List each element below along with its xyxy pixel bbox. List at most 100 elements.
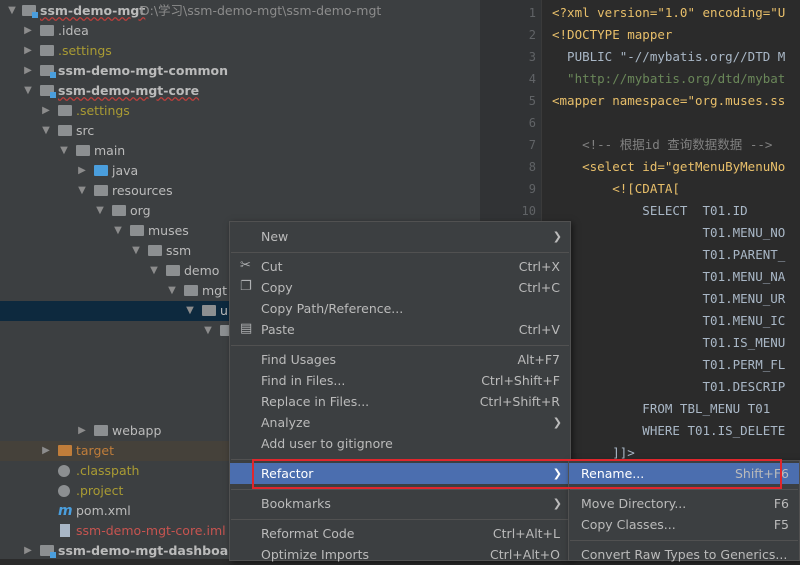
tree-row[interactable]: ▶ java <box>0 161 480 181</box>
tree-label: .project <box>76 483 124 498</box>
chevron-right-icon[interactable]: ▶ <box>22 21 34 41</box>
code-line: "http://mybatis.org/dtd/mybat <box>552 71 786 86</box>
tree-label: .idea <box>58 23 89 38</box>
chevron-down-icon[interactable]: ▼ <box>40 121 52 141</box>
menu-item-label: Replace in Files... <box>261 394 370 409</box>
chevron-right-icon[interactable]: ▶ <box>40 101 52 121</box>
folder-icon <box>112 205 126 216</box>
chevron-down-icon[interactable]: ▼ <box>184 301 196 321</box>
menu-item-label: Move Directory... <box>581 496 687 511</box>
menu-item-label: Find Usages <box>261 352 337 367</box>
menu-item-label: Copy Classes... <box>581 517 676 532</box>
line-number: 8 <box>528 160 536 174</box>
code-line: T01.MENU_NA <box>552 269 786 284</box>
submenu-item-copy-classes[interactable]: Copy Classes... F5 <box>569 514 799 535</box>
folder-icon <box>94 425 108 436</box>
chevron-down-icon[interactable]: ▼ <box>58 141 70 161</box>
context-menu[interactable]: New ❯ ✂ Cut Ctrl+X ❐ Copy Ctrl+C Copy Path/Refer… <box>229 221 571 562</box>
chevron-right-icon[interactable]: ▶ <box>22 41 34 61</box>
menu-item-new[interactable]: New ❯ <box>230 226 570 247</box>
menu-item-label: Copy <box>261 280 293 295</box>
line-number: 10 <box>521 204 536 218</box>
line-number: 2 <box>528 28 536 42</box>
submenu-arrow-icon: ❯ <box>552 497 562 510</box>
chevron-down-icon[interactable]: ▼ <box>148 261 160 281</box>
menu-item-find-in-files[interactable]: Find in Files... Ctrl+Shift+F <box>230 370 570 391</box>
submenu-item-convert-raw-types-to-generics[interactable]: Convert Raw Types to Generics... <box>569 544 799 565</box>
chevron-right-icon[interactable]: ▶ <box>22 541 34 561</box>
excluded-folder-icon <box>58 445 72 456</box>
menu-separator <box>231 345 569 346</box>
tree-row[interactable]: ▶ .settings <box>0 101 480 121</box>
tree-row[interactable]: ▶ .idea <box>0 21 480 41</box>
menu-separator <box>231 252 569 253</box>
menu-item-shortcut: Ctrl+Shift+R <box>479 394 560 409</box>
folder-icon <box>148 245 162 256</box>
chevron-right-icon[interactable]: ▶ <box>76 421 88 441</box>
menu-item-analyze[interactable]: Analyze ❯ <box>230 412 570 433</box>
menu-item-label: Convert Raw Types to Generics... <box>581 547 788 562</box>
tree-label: main <box>94 143 126 158</box>
chevron-right-icon[interactable]: ▶ <box>76 161 88 181</box>
tree-label: muses <box>148 223 189 238</box>
chevron-down-icon[interactable]: ▼ <box>76 181 88 201</box>
tree-row[interactable]: ▼ resources <box>0 181 480 201</box>
chevron-down-icon[interactable]: ▼ <box>202 321 214 341</box>
tree-label: ssm-demo-mgt-dashboard <box>58 543 244 558</box>
chevron-down-icon[interactable]: ▼ <box>112 221 124 241</box>
tree-row[interactable]: ▼ org <box>0 201 480 221</box>
menu-item-bookmarks[interactable]: Bookmarks ❯ <box>230 493 570 514</box>
chevron-down-icon[interactable]: ▼ <box>130 241 142 261</box>
menu-item-shortcut: Ctrl+X <box>518 259 560 274</box>
tree-label: mgt <box>202 283 228 298</box>
menu-item-optimize-imports[interactable]: Optimize Imports Ctrl+Alt+O <box>230 544 570 565</box>
tree-row[interactable]: ▼ src <box>0 121 480 141</box>
file-icon <box>60 524 70 537</box>
menu-item-add-user-to-gitignore[interactable]: Add user to gitignore <box>230 433 570 454</box>
chevron-down-icon[interactable]: ▼ <box>6 1 18 21</box>
menu-item-label: Analyze <box>261 415 311 430</box>
paste-icon: ▤ <box>240 321 253 336</box>
tree-label: ssm-demo-mgt-core.iml <box>76 523 226 538</box>
line-number: 1 <box>528 6 536 20</box>
code-line: PUBLIC "-//mybatis.org//DTD M <box>552 49 786 64</box>
file-icon <box>58 465 70 477</box>
tree-label: ssm-demo-mgt-common <box>58 63 228 78</box>
tree-row[interactable]: ▶ ssm-demo-mgt-common <box>0 61 480 81</box>
chevron-down-icon[interactable]: ▼ <box>166 281 178 301</box>
menu-item-paste[interactable]: ▤ Paste Ctrl+V <box>230 319 570 340</box>
menu-item-replace-in-files[interactable]: Replace in Files... Ctrl+Shift+R <box>230 391 570 412</box>
chevron-down-icon[interactable]: ▼ <box>94 201 106 221</box>
tree-row-root[interactable]: ▼ ssm-demo-mgt D:\学习\ssm-demo-mgt\ssm-de… <box>0 1 480 21</box>
tree-row[interactable]: ▼ ssm-demo-mgt-core <box>0 81 480 101</box>
submenu-arrow-icon: ❯ <box>552 416 562 429</box>
submenu-item-move-directory[interactable]: Move Directory... F6 <box>569 493 799 514</box>
chevron-right-icon[interactable]: ▶ <box>40 441 52 461</box>
tree-row[interactable]: ▼ main <box>0 141 480 161</box>
resources-folder-icon <box>94 185 108 196</box>
menu-item-label: Add user to gitignore <box>261 436 393 451</box>
code-line: T01.MENU_NO <box>552 225 786 240</box>
tree-row[interactable]: ▶ .settings <box>0 41 480 61</box>
tree-label: .settings <box>58 43 112 58</box>
menu-item-cut[interactable]: ✂ Cut Ctrl+X <box>230 256 570 277</box>
menu-item-find-usages[interactable]: Find Usages Alt+F7 <box>230 349 570 370</box>
menu-item-shortcut: Alt+F7 <box>517 352 560 367</box>
tree-label: u <box>220 303 228 318</box>
tree-label: ssm <box>166 243 192 258</box>
menu-item-copy-path-reference[interactable]: Copy Path/Reference... <box>230 298 570 319</box>
menu-item-shortcut: F6 <box>773 496 789 511</box>
chevron-down-icon[interactable]: ▼ <box>22 81 34 101</box>
line-number: 5 <box>528 94 536 108</box>
chevron-right-icon[interactable]: ▶ <box>22 61 34 81</box>
folder-icon <box>130 225 144 236</box>
module-folder-icon <box>40 545 56 558</box>
menu-item-label: New <box>261 229 289 244</box>
menu-separator <box>231 489 569 490</box>
line-number: 6 <box>528 116 536 130</box>
menu-item-reformat-code[interactable]: Reformat Code Ctrl+Alt+L <box>230 523 570 544</box>
line-number: 7 <box>528 138 536 152</box>
menu-item-copy[interactable]: ❐ Copy Ctrl+C <box>230 277 570 298</box>
menu-separator <box>231 519 569 520</box>
code-line: SELECT T01.ID <box>552 203 748 218</box>
